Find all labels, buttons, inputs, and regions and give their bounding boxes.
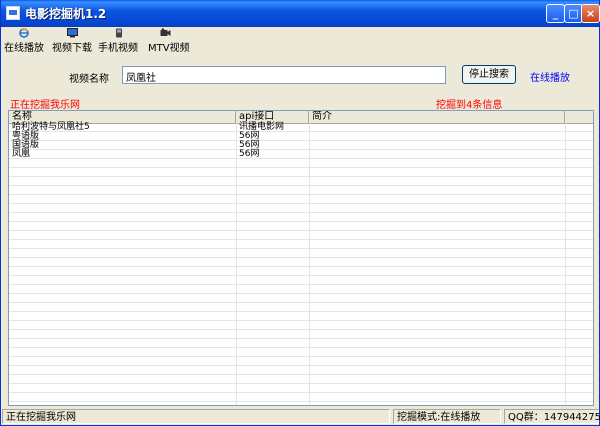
mode-link[interactable]: 在线播放	[530, 69, 570, 84]
toolbar-online-play-label: 在线播放	[4, 43, 44, 54]
camera-icon	[160, 28, 171, 37]
toolbar-mtv-video-label: MTV视频	[148, 43, 190, 54]
cell-api: 56网	[239, 149, 260, 159]
ie-icon	[19, 28, 29, 38]
toolbar-online-play[interactable]: 在线播放	[4, 27, 44, 54]
table-row[interactable]: 凤凰 56网	[9, 149, 593, 160]
toolbar-mobile-video[interactable]: 手机视频	[98, 27, 138, 54]
search-label: 视频名称	[69, 74, 109, 85]
minimize-button[interactable]: _	[546, 4, 565, 23]
column-divider	[236, 123, 237, 405]
column-divider	[309, 123, 310, 405]
main-window: 电影挖掘机1.2 _ □ × 在线播放 视频下载 手机视频 MTV视频 视频名称…	[0, 0, 600, 426]
monitor-icon	[67, 28, 78, 38]
toolbar-mobile-video-label: 手机视频	[98, 43, 138, 54]
table-grid	[9, 123, 593, 405]
mining-status: 正在挖掘我乐网	[10, 100, 80, 111]
status-pane-qq: QQ群：147944275	[504, 409, 600, 424]
title-bar[interactable]: 电影挖掘机1.2 _ □ ×	[1, 0, 600, 27]
table-row[interactable]: 粤语版 56网	[9, 132, 593, 142]
phone-icon	[114, 28, 124, 38]
close-button[interactable]: ×	[581, 4, 600, 23]
status-pane-progress: 正在挖掘我乐网	[2, 409, 390, 424]
search-input[interactable]: 凤凰社	[122, 66, 446, 84]
toolbar-video-download[interactable]: 视频下载	[52, 27, 92, 54]
column-divider	[565, 123, 566, 405]
column-header-intro[interactable]: 简介	[309, 111, 565, 123]
status-bar: 正在挖掘我乐网 挖掘模式:在线播放 QQ群：147944275	[2, 409, 600, 425]
app-icon	[6, 6, 20, 20]
table-row[interactable]: 哈利波特与凤凰社5 讯播电影网	[9, 123, 593, 133]
status-pane-mode: 挖掘模式:在线播放	[393, 409, 501, 424]
result-count: 挖掘到4条信息	[436, 100, 503, 111]
table-row[interactable]: 国语版 56网	[9, 141, 593, 151]
stop-search-button[interactable]: 停止搜索	[462, 65, 516, 84]
toolbar: 在线播放 视频下载 手机视频 MTV视频	[2, 27, 600, 54]
toolbar-mtv-video[interactable]: MTV视频	[148, 27, 190, 54]
results-table[interactable]: 名称 api接口 简介 哈利波特与凤凰社5 讯播电影网 粤语版 56网 国语版 …	[8, 110, 594, 406]
window-title: 电影挖掘机1.2	[25, 7, 107, 21]
toolbar-video-download-label: 视频下载	[52, 43, 92, 54]
cell-name: 凤凰	[12, 149, 31, 159]
